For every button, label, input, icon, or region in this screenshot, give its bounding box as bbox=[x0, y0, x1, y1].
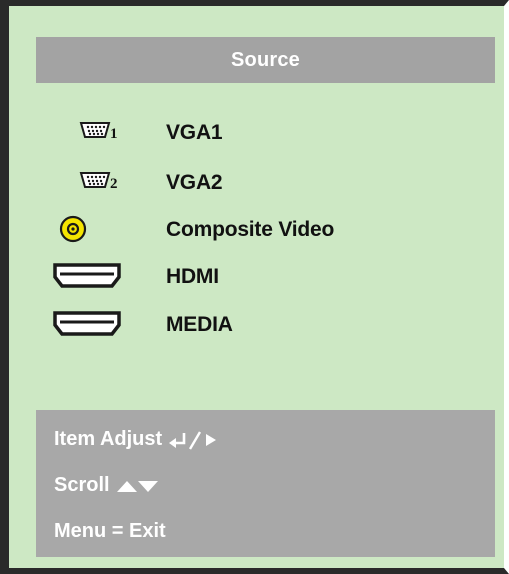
up-down-arrow-icon bbox=[117, 480, 159, 492]
key-hint-panel: Item Adjust Scroll Menu = Exit bbox=[36, 410, 495, 557]
scroll-label: Scroll bbox=[54, 474, 110, 496]
vga-2-icon: 2 bbox=[79, 172, 118, 192]
source-item-media[interactable]: MEDIA bbox=[52, 305, 452, 345]
svg-text:1: 1 bbox=[110, 126, 118, 142]
hdmi-icon bbox=[53, 311, 121, 336]
source-label: VGA2 bbox=[166, 171, 223, 194]
source-item-vga2[interactable]: 2 VGA2 bbox=[52, 163, 452, 203]
enter-right-arrow-icon bbox=[168, 431, 216, 450]
source-label: VGA1 bbox=[166, 121, 223, 144]
source-item-vga1[interactable]: 1 VGA1 bbox=[52, 113, 452, 153]
svg-text:2: 2 bbox=[110, 176, 118, 192]
source-label: MEDIA bbox=[166, 313, 233, 336]
menu-title: Source bbox=[36, 37, 495, 83]
composite-rca-icon bbox=[59, 215, 87, 243]
item-adjust-label: Item Adjust bbox=[54, 428, 163, 450]
hdmi-icon bbox=[53, 263, 121, 288]
scroll-hint: Scroll bbox=[54, 474, 159, 497]
menu-exit-hint: Menu = Exit bbox=[54, 520, 166, 542]
source-label: Composite Video bbox=[166, 218, 335, 241]
source-item-hdmi[interactable]: HDMI bbox=[52, 257, 452, 297]
source-label: HDMI bbox=[166, 265, 219, 288]
item-adjust-hint: Item Adjust bbox=[54, 428, 226, 451]
vga-1-icon: 1 bbox=[79, 122, 118, 142]
source-item-composite[interactable]: Composite Video bbox=[52, 210, 452, 250]
